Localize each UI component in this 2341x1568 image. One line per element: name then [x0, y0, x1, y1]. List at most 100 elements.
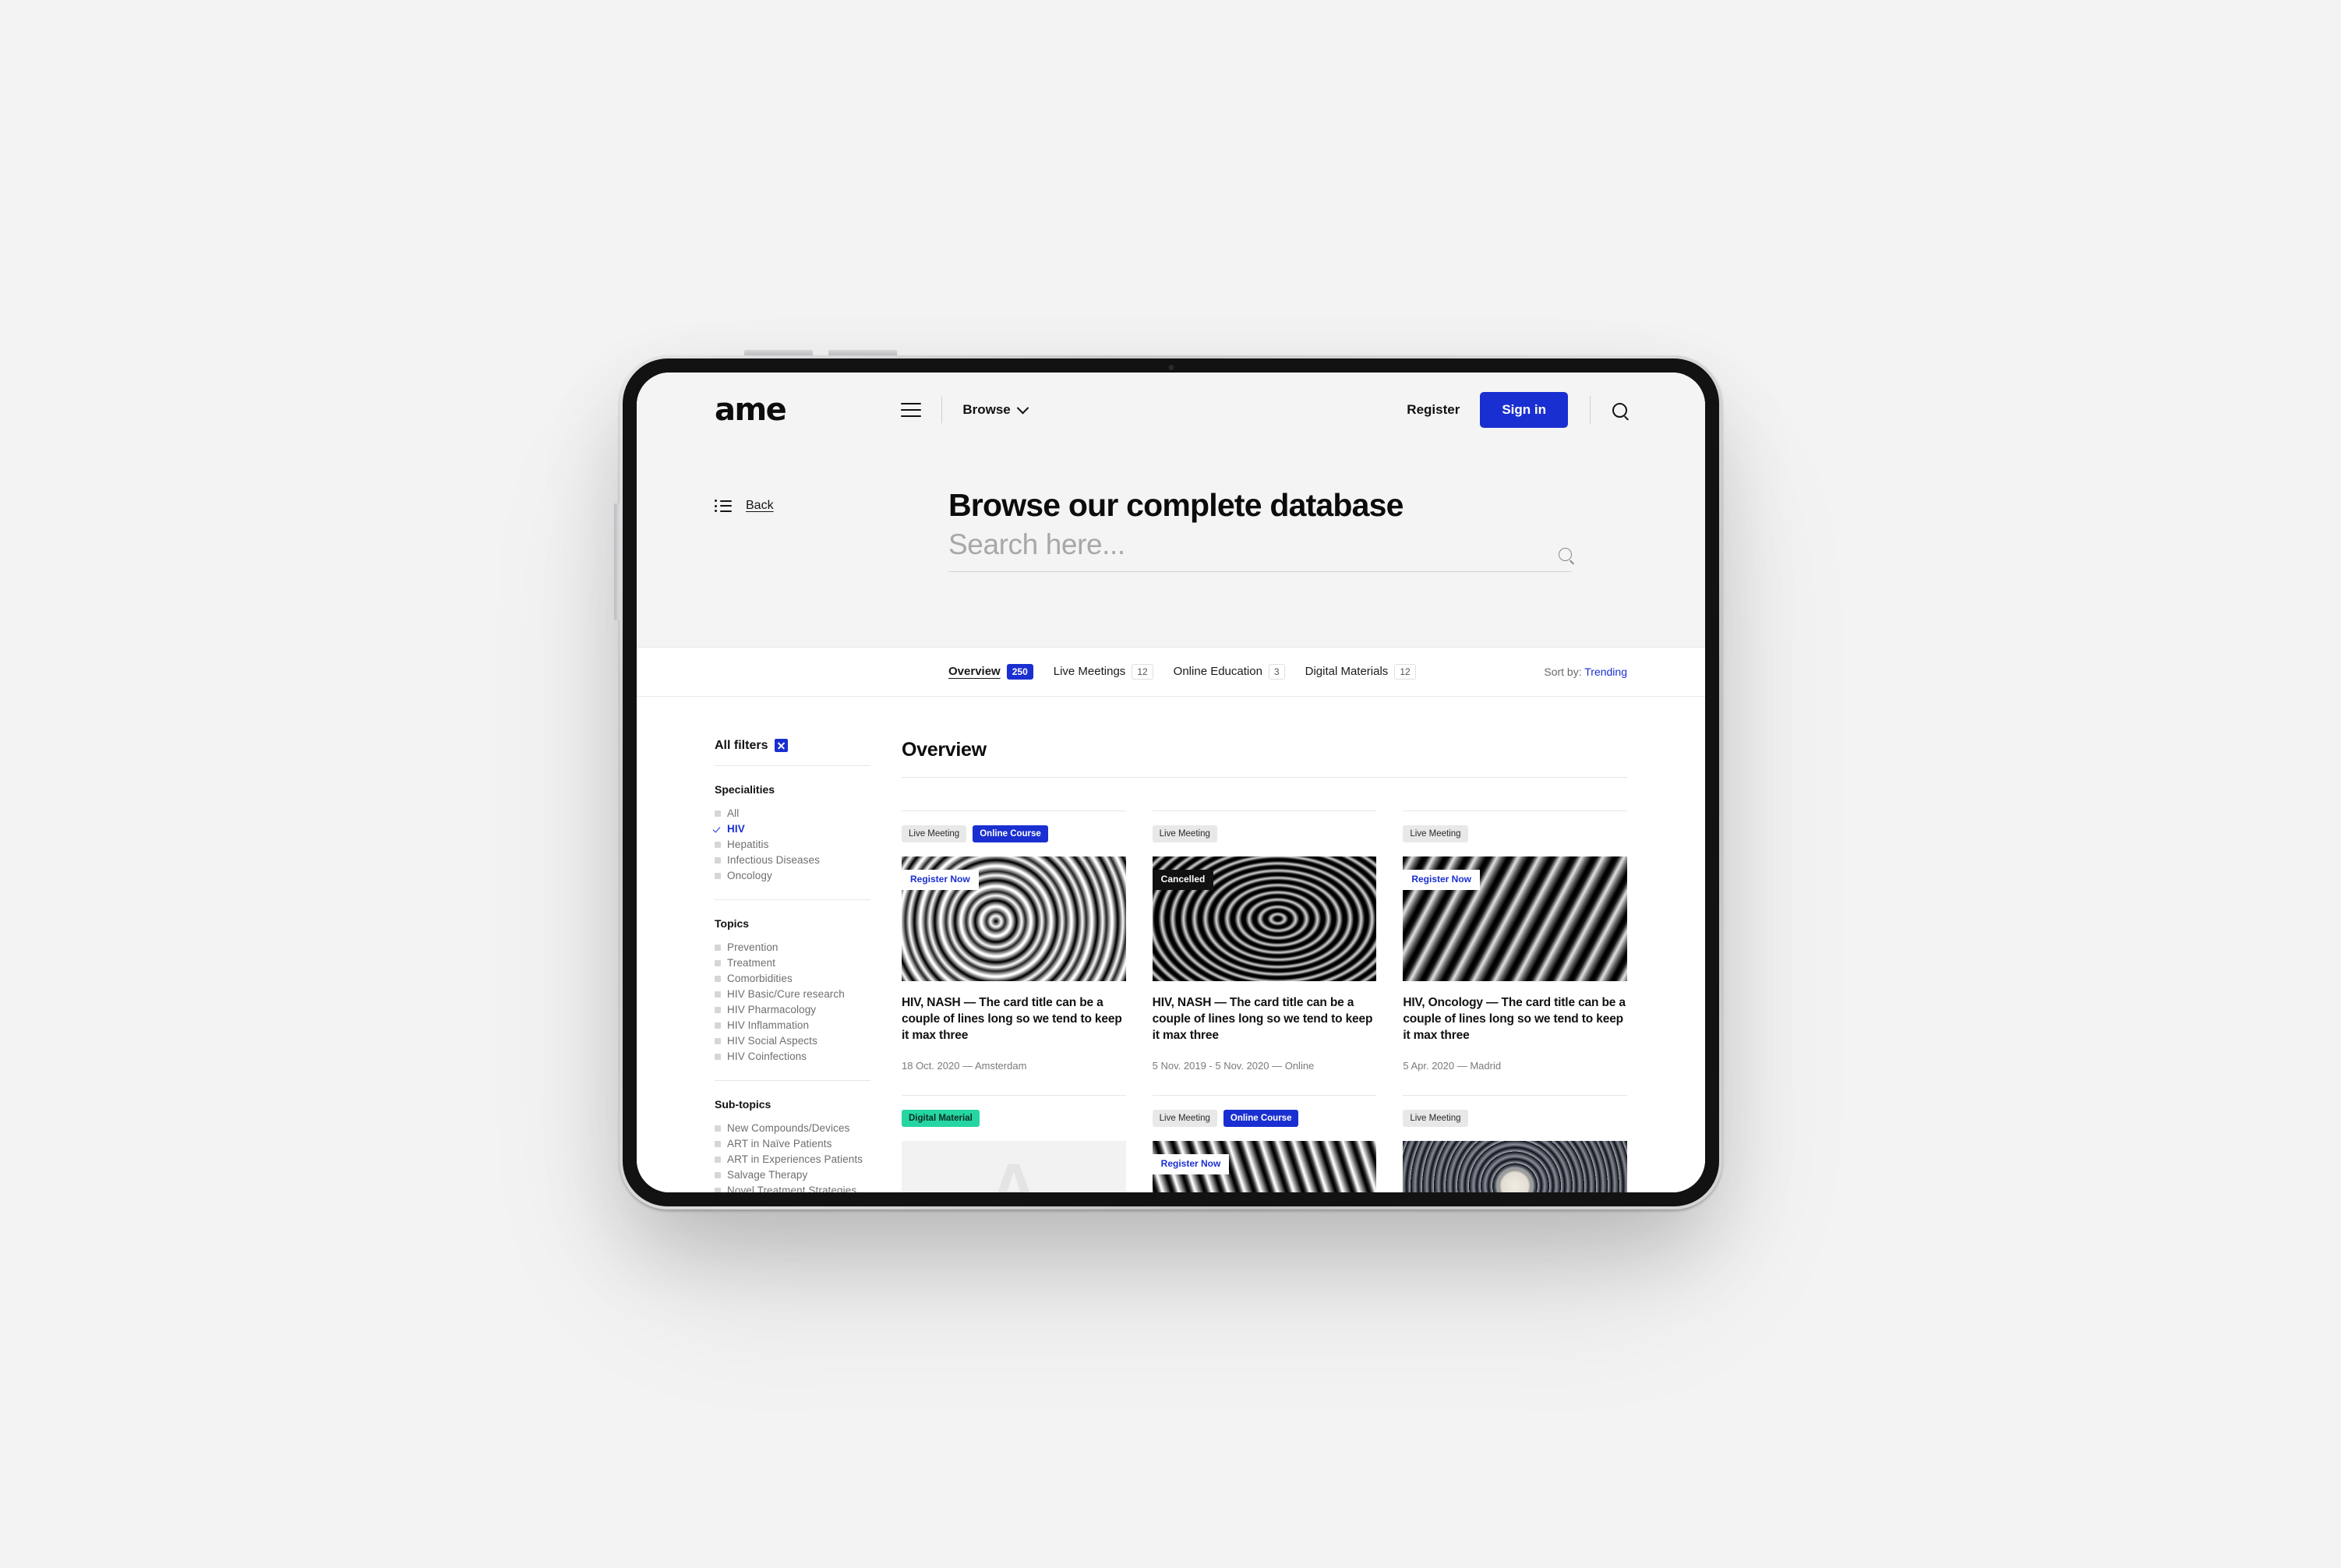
hamburger-icon[interactable]	[901, 403, 922, 417]
filter-label: Infectious Diseases	[727, 854, 820, 867]
checkbox-icon	[715, 1156, 721, 1163]
all-filters-label: All filters	[715, 738, 768, 752]
chevron-down-icon	[1016, 401, 1029, 414]
back-row[interactable]: Back	[715, 499, 948, 513]
filter-item-novel-treatment-strategies[interactable]: Novel Treatment Strategies	[715, 1183, 870, 1192]
card-tag: Online Course	[1223, 1109, 1299, 1127]
card-tag: Live Meeting	[1152, 825, 1217, 843]
back-link[interactable]: Back	[746, 499, 774, 513]
tab-label: Online Education	[1173, 665, 1262, 679]
register-link[interactable]: Register	[1407, 402, 1460, 418]
card-title: HIV, Oncology — The card title can be a …	[1403, 996, 1626, 1042]
filter-item-prevention[interactable]: Prevention	[715, 940, 870, 955]
check-icon	[715, 826, 721, 832]
filter-item-comorbidities[interactable]: Comorbidities	[715, 971, 870, 987]
tab-bar: Overview 250 Live Meetings 12 Online Edu…	[637, 646, 1705, 697]
tablet-screen: ame Browse Register Sign in Back Browse …	[637, 373, 1705, 1192]
checkbox-icon	[715, 1037, 721, 1044]
checkbox-icon	[715, 1125, 721, 1132]
filter-group-title: Sub-topics	[715, 1097, 772, 1111]
card-image: Register Now	[1403, 856, 1627, 982]
card-tags: Live Meeting Online Course	[1152, 1109, 1377, 1127]
tablet-bezel: ame Browse Register Sign in Back Browse …	[623, 358, 1719, 1206]
card-item[interactable]: Live Meeting Online Course Register Now	[1152, 1094, 1377, 1192]
card-tags: Live Meeting	[1152, 825, 1377, 843]
filter-label: HIV Coinfections	[727, 1051, 807, 1063]
sort-by-control[interactable]: Sort by: Trending	[1544, 666, 1627, 678]
search-icon	[1612, 402, 1627, 418]
checkbox-icon	[715, 959, 721, 966]
tablet-device: ame Browse Register Sign in Back Browse …	[614, 350, 1722, 1210]
nav-browse-label: Browse	[962, 402, 1011, 417]
sort-by-value[interactable]: Trending	[1584, 666, 1627, 678]
filter-item-infectious-diseases[interactable]: Infectious Diseases	[715, 853, 870, 868]
filter-item-hiv-coinfections[interactable]: HIV Coinfections	[715, 1049, 870, 1065]
checkbox-icon	[715, 1022, 721, 1029]
filter-label: Treatment	[727, 957, 775, 969]
close-icon[interactable]	[775, 739, 789, 753]
tab-digital-materials[interactable]: Digital Materials 12	[1305, 663, 1416, 680]
card-item[interactable]: Live Meeting	[1403, 1094, 1627, 1192]
tab-count-badge: 12	[1132, 663, 1153, 680]
card-item[interactable]: Live Meeting Cancelled HIV, NASH — The c…	[1152, 810, 1377, 1095]
filter-item-all[interactable]: All	[715, 806, 870, 821]
filter-label: ART in Experiences Patients	[727, 1153, 863, 1166]
filter-item-hiv-basic-cure-research[interactable]: HIV Basic/Cure research	[715, 987, 870, 1002]
checkbox-icon	[715, 1006, 721, 1013]
content-area: Overview Live Meeting Online Course Regi…	[902, 739, 1627, 1192]
volume-down-button[interactable]	[828, 350, 897, 355]
filter-item-art-in-naive-patients[interactable]: ART in Naïve Patients	[715, 1136, 870, 1152]
card-item[interactable]: Live Meeting Register Now HIV, Oncology …	[1403, 810, 1627, 1095]
nav-search-button[interactable]	[1590, 396, 1627, 424]
side-button[interactable]	[614, 503, 620, 620]
checkbox-icon	[715, 1053, 721, 1060]
checkbox-icon	[715, 1187, 721, 1192]
card-media-badge[interactable]: Register Now	[1152, 1153, 1230, 1174]
hero-main-column: Browse our complete database	[948, 487, 1572, 572]
card-image: A	[902, 1140, 1126, 1192]
card-media-badge[interactable]: Register Now	[902, 870, 979, 890]
web-page: ame Browse Register Sign in Back Browse …	[637, 373, 1705, 1192]
filter-item-hiv-social-aspects[interactable]: HIV Social Aspects	[715, 1033, 870, 1049]
volume-up-button[interactable]	[744, 350, 813, 355]
filter-item-treatment[interactable]: Treatment	[715, 955, 870, 971]
filter-item-hiv[interactable]: HIV	[715, 821, 870, 837]
filter-label: HIV Social Aspects	[727, 1035, 817, 1047]
card-image: Register Now	[902, 856, 1126, 982]
tab-online-education[interactable]: Online Education 3	[1173, 663, 1285, 680]
site-logo[interactable]: ame	[715, 394, 787, 426]
content-heading: Overview	[902, 739, 1627, 778]
search-input[interactable]	[948, 528, 1559, 561]
checkbox-icon	[715, 856, 721, 863]
filter-label: Salvage Therapy	[727, 1169, 808, 1181]
tab-overview[interactable]: Overview 250	[948, 663, 1033, 680]
filter-label: All	[727, 807, 740, 820]
nav-right-group: Register Sign in	[1407, 392, 1627, 428]
filters-sidebar: All filters Specialities All HIV Hepatit…	[715, 739, 902, 1192]
card-grid: Live Meeting Online Course Register Now …	[902, 810, 1627, 1192]
filter-item-new-compounds-devices[interactable]: New Compounds/Devices	[715, 1121, 870, 1136]
card-item[interactable]: Digital Material A	[902, 1094, 1126, 1192]
hero-section: Back Browse our complete database	[637, 447, 1705, 647]
list-icon	[715, 500, 732, 512]
card-image	[1403, 1140, 1627, 1192]
tab-count-badge: 250	[1006, 663, 1033, 680]
filter-item-hiv-inflammation[interactable]: HIV Inflammation	[715, 1018, 870, 1033]
filter-item-oncology[interactable]: Oncology	[715, 868, 870, 884]
filter-item-art-in-experiences-patients[interactable]: ART in Experiences Patients	[715, 1152, 870, 1167]
card-meta: 5 Apr. 2020 — Madrid	[1403, 1059, 1502, 1072]
card-image-texture	[1403, 1140, 1627, 1192]
card-tag: Live Meeting	[1403, 1109, 1468, 1127]
filter-item-salvage-therapy[interactable]: Salvage Therapy	[715, 1167, 870, 1183]
sign-in-button[interactable]: Sign in	[1480, 392, 1568, 428]
scene-backdrop: ame Browse Register Sign in Back Browse …	[0, 0, 2341, 1568]
filter-item-hepatitis[interactable]: Hepatitis	[715, 837, 870, 853]
tab-live-meetings[interactable]: Live Meetings 12	[1054, 663, 1153, 680]
filter-group-title: Topics	[715, 916, 750, 930]
nav-item-browse[interactable]: Browse	[962, 401, 1029, 418]
search-submit-icon[interactable]	[1559, 547, 1572, 561]
nav-divider	[941, 397, 943, 423]
card-item[interactable]: Live Meeting Online Course Register Now …	[902, 810, 1126, 1095]
card-media-badge[interactable]: Register Now	[1403, 870, 1481, 890]
filter-item-hiv-pharmacology[interactable]: HIV Pharmacology	[715, 1002, 870, 1018]
